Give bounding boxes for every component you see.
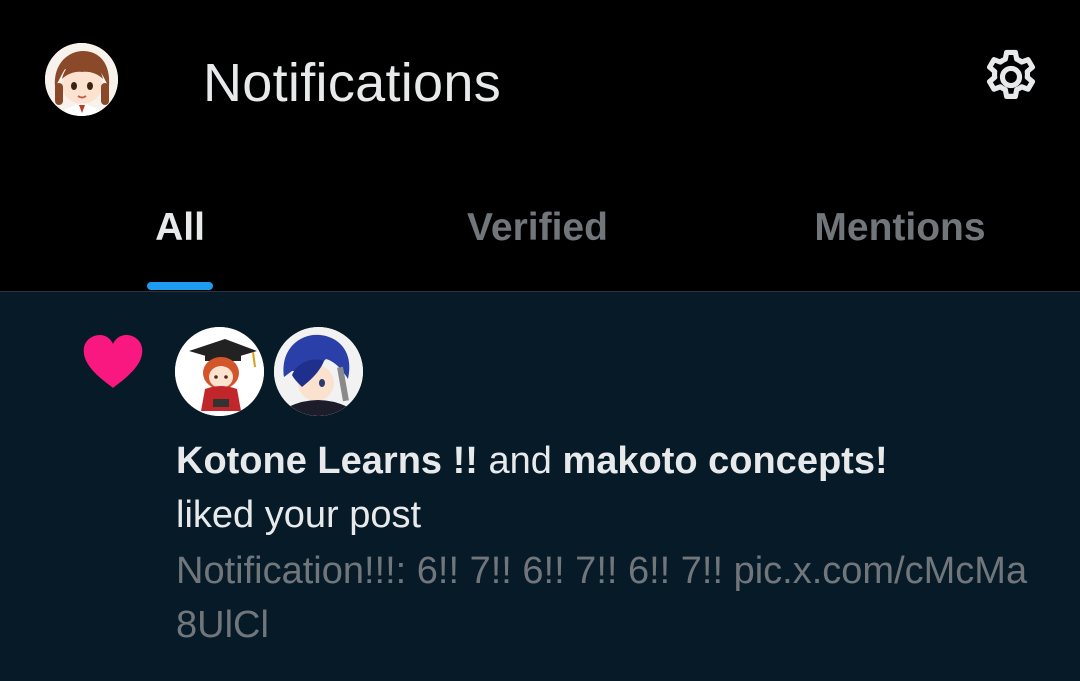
user-name-2[interactable]: makoto concepts! bbox=[562, 440, 887, 482]
avatar-illustration bbox=[45, 43, 118, 116]
page-title: Notifications bbox=[203, 53, 502, 113]
like-notification[interactable]: Kotone Learns !! and makoto concepts! li… bbox=[0, 292, 1080, 681]
avatar-makoto[interactable] bbox=[274, 327, 363, 416]
tab-all[interactable]: All bbox=[130, 204, 230, 264]
user-name-1[interactable]: Kotone Learns !! bbox=[176, 440, 478, 482]
notifications-screen: Notifications All Verified Mentions Koto… bbox=[0, 0, 1080, 681]
avatar-makoto-illustration bbox=[274, 327, 363, 416]
heart-icon bbox=[82, 334, 144, 390]
top-bar: Notifications bbox=[0, 0, 1080, 160]
avatar-kotone[interactable] bbox=[175, 327, 264, 416]
tab-verified[interactable]: Verified bbox=[430, 204, 645, 264]
profile-avatar[interactable] bbox=[45, 43, 118, 116]
notification-message: Kotone Learns !! and makoto concepts! li… bbox=[176, 434, 1036, 542]
notification-tabs: All Verified Mentions bbox=[0, 160, 1080, 292]
connector-text: and bbox=[488, 440, 552, 482]
tab-mentions[interactable]: Mentions bbox=[790, 204, 1010, 264]
post-preview-text: Notification!!!: 6!! 7!! 6!! 7!! 6!! 7!!… bbox=[176, 550, 1028, 646]
gear-icon[interactable] bbox=[980, 46, 1042, 108]
action-text: liked your post bbox=[176, 494, 422, 536]
active-tab-indicator bbox=[147, 282, 213, 290]
avatar-kotone-illustration bbox=[175, 327, 264, 416]
